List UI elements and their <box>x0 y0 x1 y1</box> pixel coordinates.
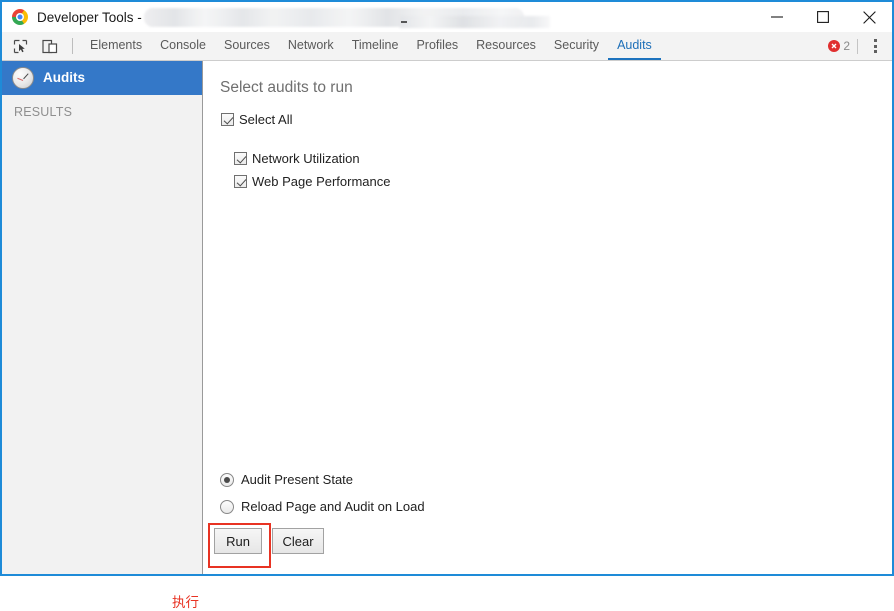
radio-circle <box>220 472 234 487</box>
radio-circle <box>220 499 234 514</box>
checkbox-label: Network Utilization <box>252 151 360 166</box>
error-circle-icon <box>828 40 841 52</box>
toolbar-right-group: 2 <box>828 32 892 60</box>
tab-elements[interactable]: Elements <box>81 32 151 60</box>
devtools-tabs: Elements Console Sources Network Timelin… <box>81 32 661 60</box>
window-controls <box>754 2 892 32</box>
sidebar-item-label: Audits <box>43 70 85 86</box>
toolbar-divider <box>72 38 73 54</box>
checkbox-label: Web Page Performance <box>252 174 391 189</box>
inspect-element-icon[interactable] <box>8 35 32 57</box>
chrome-logo-icon <box>12 9 28 25</box>
window-title: Developer Tools - <box>37 9 142 25</box>
tab-console[interactable]: Console <box>151 32 215 60</box>
more-vertical-icon[interactable] <box>864 34 886 58</box>
annotation-label: 执行 <box>172 595 199 611</box>
close-button[interactable] <box>846 2 892 32</box>
checkbox-network-utilization[interactable]: Network Utilization <box>234 151 360 166</box>
checkbox-box <box>234 152 247 165</box>
tab-audits[interactable]: Audits <box>608 32 661 60</box>
devtools-toolbar: Elements Console Sources Network Timelin… <box>2 32 892 61</box>
tab-label: Security <box>553 38 600 52</box>
radio-label: Reload Page and Audit on Load <box>241 499 425 514</box>
minimize-button[interactable] <box>754 2 800 32</box>
tab-label: Elements <box>90 38 143 52</box>
checkbox-select-all[interactable]: Select All <box>221 112 292 127</box>
results-section-header: RESULTS <box>14 105 73 119</box>
redacted-url-blur-secondary <box>400 16 550 28</box>
audits-gauge-icon <box>12 67 34 89</box>
tab-label: Resources <box>476 38 536 52</box>
devtools-body: Audits RESULTS Select audits to run Sele… <box>2 61 892 611</box>
devtools-window: Developer Tools - Elements Console Sourc… <box>0 0 894 611</box>
error-badge[interactable]: 2 <box>828 39 854 53</box>
tab-security[interactable]: Security <box>545 32 608 60</box>
audits-sidebar: Audits RESULTS <box>2 61 203 574</box>
tab-timeline[interactable]: Timeline <box>343 32 408 60</box>
redacted-url-dash <box>401 21 407 23</box>
run-button[interactable]: Run <box>214 528 262 554</box>
tab-profiles[interactable]: Profiles <box>407 32 467 60</box>
sidebar-item-audits[interactable]: Audits <box>2 61 202 95</box>
title-bar: Developer Tools - <box>2 2 892 32</box>
maximize-button[interactable] <box>800 2 846 32</box>
tab-sources[interactable]: Sources <box>215 32 279 60</box>
tab-label: Sources <box>223 38 270 52</box>
toolbar-divider-right <box>857 38 858 54</box>
device-toolbar-icon[interactable] <box>38 35 62 57</box>
tab-label: Network <box>287 38 334 52</box>
tab-label: Profiles <box>416 38 459 52</box>
page-title: Select audits to run <box>220 79 353 96</box>
tab-label: Console <box>160 38 206 52</box>
radio-reload-and-audit[interactable]: Reload Page and Audit on Load <box>220 499 425 514</box>
error-count: 2 <box>843 39 850 53</box>
tab-label: Timeline <box>351 38 399 52</box>
radio-audit-present-state[interactable]: Audit Present State <box>220 472 353 487</box>
checkbox-label: Select All <box>239 112 293 127</box>
radio-label: Audit Present State <box>241 472 354 487</box>
tab-label: Audits <box>617 38 652 52</box>
checkbox-web-page-performance[interactable]: Web Page Performance <box>234 174 391 189</box>
checkbox-box <box>234 175 247 188</box>
audits-panel: Select audits to run Select All Network … <box>203 61 892 574</box>
clear-button[interactable]: Clear <box>272 528 324 554</box>
checkbox-box <box>221 113 234 126</box>
tab-resources[interactable]: Resources <box>467 32 545 60</box>
tab-network[interactable]: Network <box>279 32 343 60</box>
